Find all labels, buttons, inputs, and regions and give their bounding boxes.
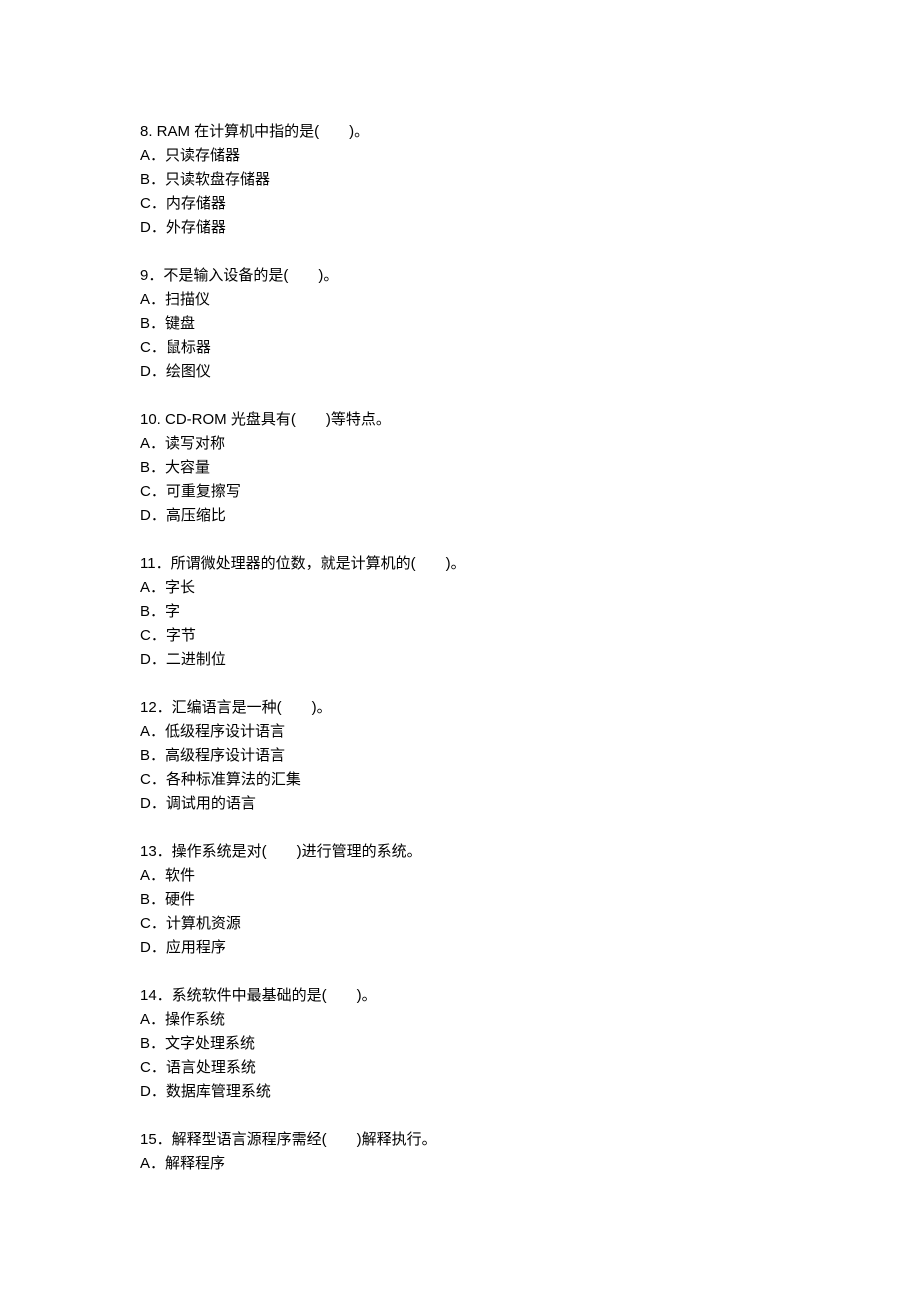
option-a: A．扫描仪 [140,288,780,312]
option-a: A．字长 [140,576,780,600]
option-a: A．解释程序 [140,1152,780,1176]
option-b: B．键盘 [140,312,780,336]
option-c: C．各种标准算法的汇集 [140,768,780,792]
question-stem: 8. RAM 在计算机中指的是( )。 [140,120,780,144]
option-b: B．字 [140,600,780,624]
option-c: C．字节 [140,624,780,648]
option-a: A．只读存储器 [140,144,780,168]
question-stem: 13．操作系统是对( )进行管理的系统。 [140,840,780,864]
option-c: C．可重复擦写 [140,480,780,504]
question-stem: 11．所谓微处理器的位数，就是计算机的( )。 [140,552,780,576]
option-b: B．只读软盘存储器 [140,168,780,192]
option-a: A．操作系统 [140,1008,780,1032]
question-stem: 14．系统软件中最基础的是( )。 [140,984,780,1008]
question-14: 14．系统软件中最基础的是( )。 A．操作系统 B．文字处理系统 C．语言处理… [140,984,780,1104]
question-10: 10. CD-ROM 光盘具有( )等特点。 A．读写对称 B．大容量 C．可重… [140,408,780,528]
option-d: D．绘图仪 [140,360,780,384]
option-c: C．鼠标器 [140,336,780,360]
question-stem: 9．不是输入设备的是( )。 [140,264,780,288]
option-b: B．大容量 [140,456,780,480]
option-c: C．内存储器 [140,192,780,216]
option-d: D．调试用的语言 [140,792,780,816]
option-c: C．语言处理系统 [140,1056,780,1080]
question-stem: 12．汇编语言是一种( )。 [140,696,780,720]
option-b: B．高级程序设计语言 [140,744,780,768]
question-12: 12．汇编语言是一种( )。 A．低级程序设计语言 B．高级程序设计语言 C．各… [140,696,780,816]
option-a: A．低级程序设计语言 [140,720,780,744]
question-13: 13．操作系统是对( )进行管理的系统。 A．软件 B．硬件 C．计算机资源 D… [140,840,780,960]
question-15: 15．解释型语言源程序需经( )解释执行。 A．解释程序 [140,1128,780,1176]
option-d: D．高压缩比 [140,504,780,528]
question-stem: 15．解释型语言源程序需经( )解释执行。 [140,1128,780,1152]
question-11: 11．所谓微处理器的位数，就是计算机的( )。 A．字长 B．字 C．字节 D．… [140,552,780,672]
question-8: 8. RAM 在计算机中指的是( )。 A．只读存储器 B．只读软盘存储器 C．… [140,120,780,240]
option-d: D．应用程序 [140,936,780,960]
option-c: C．计算机资源 [140,912,780,936]
option-d: D．数据库管理系统 [140,1080,780,1104]
option-a: A．软件 [140,864,780,888]
question-stem: 10. CD-ROM 光盘具有( )等特点。 [140,408,780,432]
option-b: B．文字处理系统 [140,1032,780,1056]
option-d: D．二进制位 [140,648,780,672]
option-a: A．读写对称 [140,432,780,456]
option-d: D．外存储器 [140,216,780,240]
option-b: B．硬件 [140,888,780,912]
question-9: 9．不是输入设备的是( )。 A．扫描仪 B．键盘 C．鼠标器 D．绘图仪 [140,264,780,384]
